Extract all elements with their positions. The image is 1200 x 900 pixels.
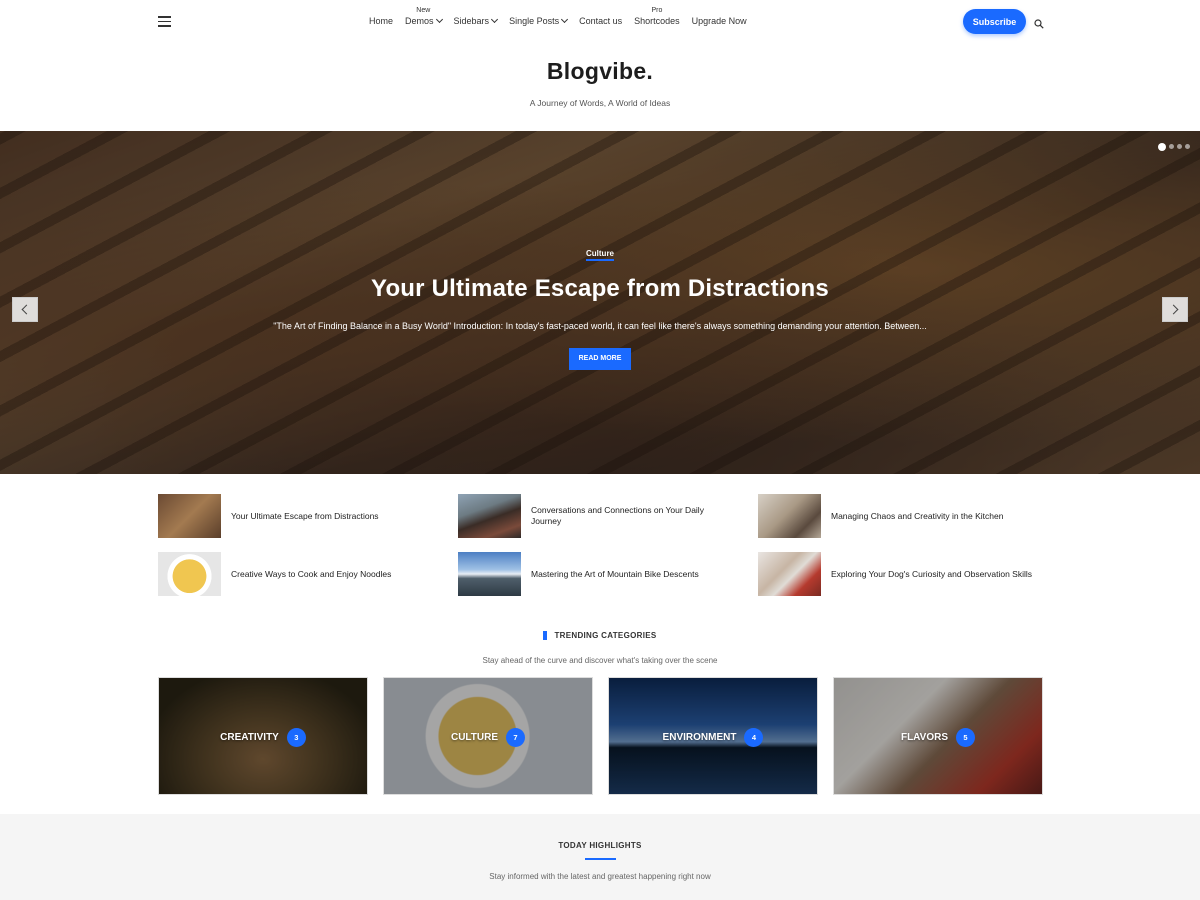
nav-label: Single Posts xyxy=(509,16,560,26)
hero-content: Culture Your Ultimate Escape from Distra… xyxy=(0,243,1200,370)
nav-item-upgrade-now[interactable]: Upgrade Now xyxy=(692,16,747,26)
nav-label: Upgrade Now xyxy=(691,16,747,26)
category-name: Culture xyxy=(450,732,499,743)
site-branding: Blogvibe. A Journey of Words, A World of… xyxy=(0,58,1200,108)
post-thumbnail[interactable] xyxy=(458,494,521,538)
post-item[interactable]: Creative Ways to Cook and Enjoy Noodles xyxy=(158,552,448,596)
nav-item-single-posts[interactable]: Single Posts xyxy=(509,15,569,26)
category-cards: Creativity 3 Culture 7 Environment 4 Fla… xyxy=(158,677,1044,795)
post-title[interactable]: Mastering the Art of Mountain Bike Desce… xyxy=(531,569,736,580)
hero-category-link[interactable]: Culture xyxy=(586,249,614,261)
hero-slider: Culture Your Ultimate Escape from Distra… xyxy=(0,131,1200,474)
hero-excerpt: "The Art of Finding Balance in a Busy Wo… xyxy=(273,321,927,331)
today-highlights: TODAY HIGHLIGHTS Stay informed with the … xyxy=(0,814,1200,900)
category-name: Flavors xyxy=(900,732,949,743)
hamburger-icon[interactable] xyxy=(158,16,171,27)
post-thumbnail[interactable] xyxy=(158,552,221,596)
section-title: TRENDING CATEGORIES xyxy=(543,631,656,640)
search-icon[interactable] xyxy=(1034,16,1044,29)
post-item[interactable]: Your Ultimate Escape from Distractions xyxy=(158,494,448,538)
category-card-environment[interactable]: Environment 4 xyxy=(608,677,818,795)
subscribe-button[interactable]: Subscribe xyxy=(963,9,1026,34)
section-title: TODAY HIGHLIGHTS xyxy=(558,841,642,850)
post-title[interactable]: Your Ultimate Escape from Distractions xyxy=(231,511,436,522)
category-count-badge: 4 xyxy=(744,728,764,747)
section-subtitle: Stay ahead of the curve and discover wha… xyxy=(482,656,718,665)
read-more-button[interactable]: READ MORE xyxy=(569,348,631,370)
chevron-down-icon xyxy=(491,15,499,24)
category-card-culture[interactable]: Culture 7 xyxy=(383,677,593,795)
trending-header: TRENDING CATEGORIES Stay ahead of the cu… xyxy=(0,627,1200,665)
category-count-badge: 3 xyxy=(286,728,306,747)
post-title[interactable]: Exploring Your Dog's Curiosity and Obser… xyxy=(831,569,1036,580)
nav-item-sidebars[interactable]: Sidebars xyxy=(453,15,499,26)
chevron-down-icon xyxy=(435,15,443,24)
slider-dot[interactable] xyxy=(1158,142,1166,151)
accent-underline xyxy=(584,858,616,860)
slider-dot[interactable] xyxy=(1169,144,1174,149)
nav-label: Shortcodes xyxy=(634,16,680,26)
post-thumbnail[interactable] xyxy=(458,552,521,596)
category-card-creativity[interactable]: Creativity 3 xyxy=(158,677,368,795)
post-item[interactable]: Mastering the Art of Mountain Bike Desce… xyxy=(458,552,748,596)
nav-item-shortcodes[interactable]: Pro Shortcodes xyxy=(634,7,680,26)
top-bar: Home New Demos Sidebars Single Posts Con… xyxy=(0,0,1200,42)
category-name: Environment xyxy=(662,732,737,743)
post-item[interactable]: Exploring Your Dog's Curiosity and Obser… xyxy=(758,552,1048,596)
category-count-badge: 7 xyxy=(506,728,526,747)
site-title[interactable]: Blogvibe. xyxy=(0,58,1200,85)
nav-item-contact-us[interactable]: Contact us xyxy=(579,16,622,26)
category-name: Creativity xyxy=(220,732,279,743)
post-thumbnail[interactable] xyxy=(158,494,221,538)
slider-pagination xyxy=(1158,142,1190,151)
main-nav: Home New Demos Sidebars Single Posts Con… xyxy=(369,0,759,42)
site-tagline: A Journey of Words, A World of Ideas xyxy=(529,98,671,108)
chevron-down-icon xyxy=(561,15,569,24)
section-subtitle: Stay informed with the latest and greate… xyxy=(489,872,711,881)
slider-dot[interactable] xyxy=(1177,144,1182,149)
post-title[interactable]: Managing Chaos and Creativity in the Kit… xyxy=(831,511,1036,522)
post-item[interactable]: Managing Chaos and Creativity in the Kit… xyxy=(758,494,1048,538)
post-title[interactable]: Conversations and Connections on Your Da… xyxy=(531,505,736,527)
post-thumbnail[interactable] xyxy=(758,552,821,596)
post-title[interactable]: Creative Ways to Cook and Enjoy Noodles xyxy=(231,569,436,580)
category-count-badge: 5 xyxy=(956,728,976,747)
accent-bar xyxy=(543,631,548,640)
nav-label: Sidebars xyxy=(453,16,490,26)
category-card-flavors[interactable]: Flavors 5 xyxy=(833,677,1043,795)
post-item[interactable]: Conversations and Connections on Your Da… xyxy=(458,494,748,538)
hero-title[interactable]: Your Ultimate Escape from Distractions xyxy=(0,275,1200,303)
nav-item-demos[interactable]: New Demos xyxy=(405,7,443,26)
nav-label: Contact us xyxy=(579,16,623,26)
nav-item-home[interactable]: Home xyxy=(369,16,393,26)
nav-label: Demos xyxy=(405,16,434,26)
nav-label: Home xyxy=(369,16,394,26)
slider-dot[interactable] xyxy=(1185,144,1190,149)
trending-title-text: TRENDING CATEGORIES xyxy=(554,631,657,640)
post-thumbnail[interactable] xyxy=(758,494,821,538)
nav-badge-new: New xyxy=(416,7,431,14)
nav-badge-pro: Pro xyxy=(651,7,663,14)
